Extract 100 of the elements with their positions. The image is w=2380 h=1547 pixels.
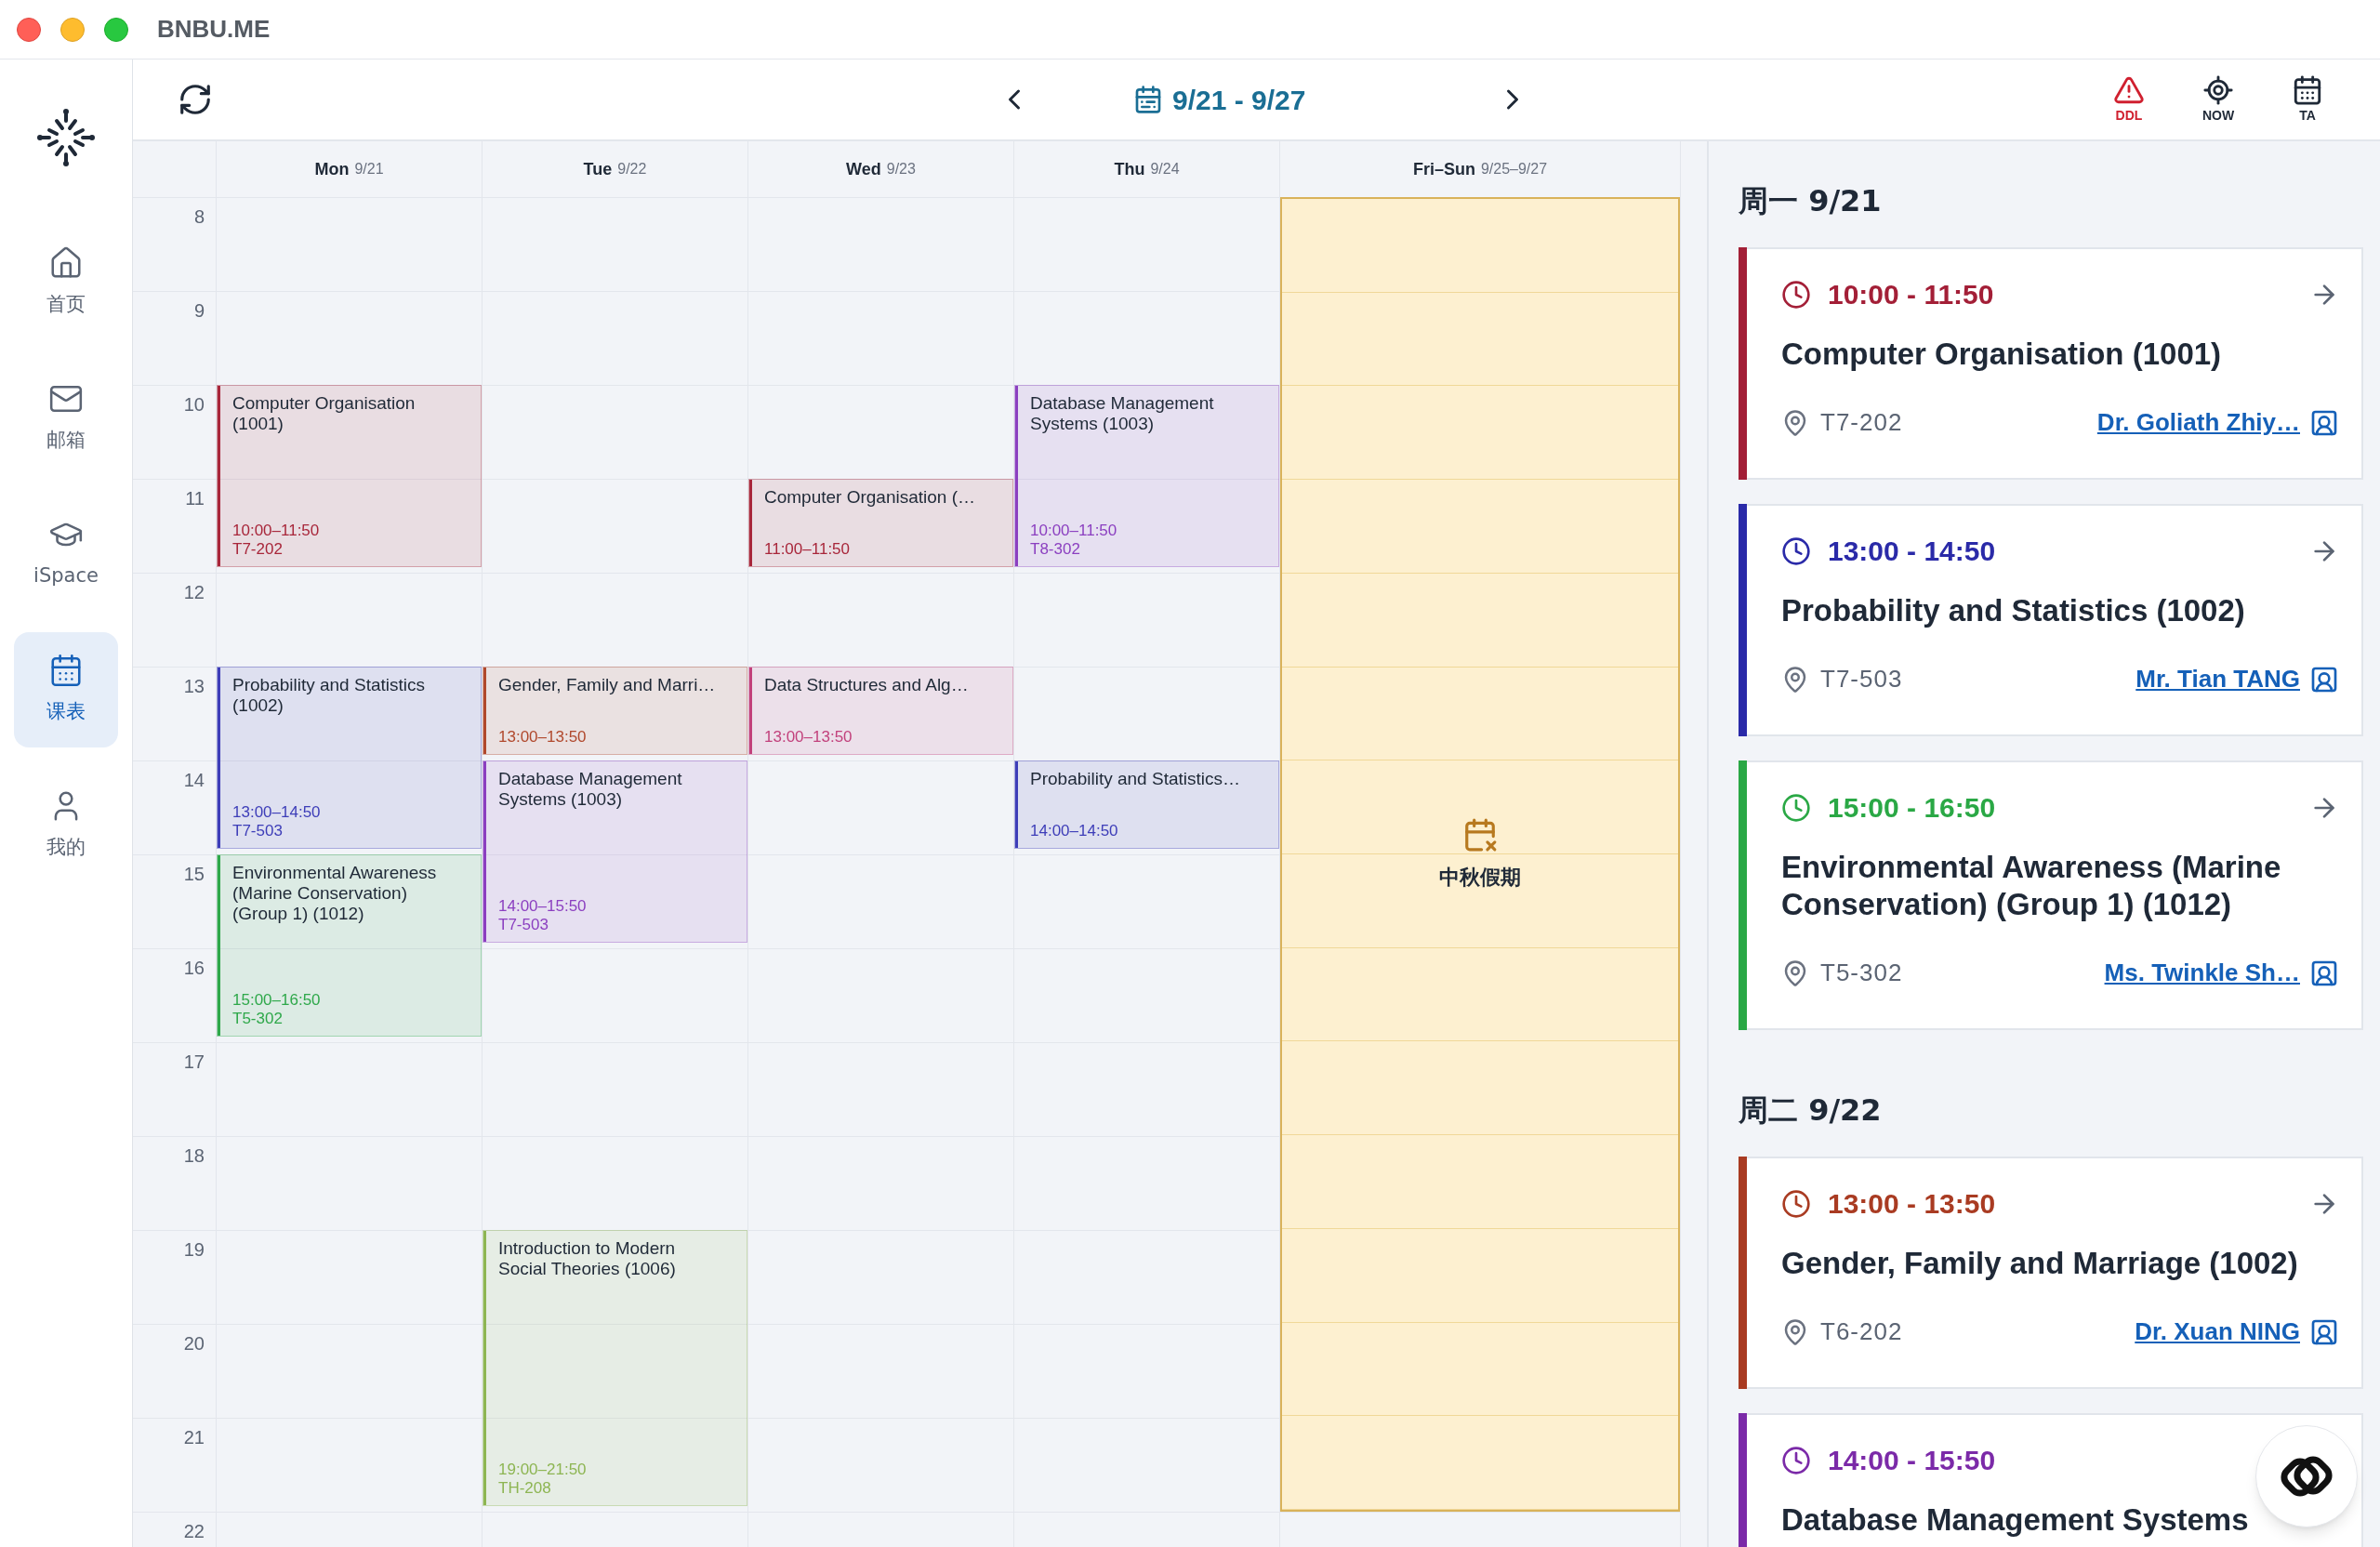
hour-label: 8 (193, 205, 205, 229)
class-time: 15:00 - 16:50 (1828, 791, 1996, 825)
day-date: 9/23 (886, 160, 916, 178)
day-name: Thu (1114, 158, 1145, 180)
hour-label: 19 (183, 1238, 205, 1262)
class-time: 10:00 - 11:50 (1828, 278, 1994, 311)
calendar-icon (2292, 73, 2323, 106)
event-time: 13:00–13:50 (764, 728, 853, 747)
hour-label: 10 (183, 393, 205, 416)
day-date: 9/21 (354, 160, 384, 178)
date-range-button[interactable]: 9/21 - 9/27 (1133, 78, 1394, 121)
class-event[interactable]: Computer Organisation (1001) 10:00–11:50 T7-202 (217, 385, 482, 567)
day-heading: 周一 9/21 (1739, 182, 1883, 220)
class-room: T7-503 (1820, 664, 1904, 694)
class-event[interactable]: Database Management Systems (1003) 14:00–15:50 T7-503 (483, 760, 747, 943)
class-event[interactable]: Computer Organisation (… 11:00–11:50 (748, 479, 1013, 567)
clock-icon (1781, 536, 1811, 566)
class-title: Computer Organisation (1001) (1781, 336, 2223, 373)
clock-icon (1781, 1188, 1811, 1219)
class-time: 13:00 - 13:50 (1828, 1187, 1996, 1221)
day-name: Wed (846, 158, 881, 180)
class-title: Probability and Statistics (1002) (1781, 592, 2246, 629)
teacher-link[interactable]: Dr. Xuan NING (2135, 1314, 2300, 1350)
event-time: 15:00–16:50 (232, 991, 322, 1010)
class-card[interactable]: 10:00 - 11:50 Computer Organisation (1001) T7-202 Dr. Goliath Zhiy… (1739, 247, 2363, 480)
class-event[interactable]: Database Management Systems (1003) 10:00–11:50 T8-302 (1014, 385, 1279, 567)
event-time: 13:00–14:50 (232, 803, 322, 822)
window-title: BNBU.ME (157, 14, 271, 45)
logo-icon (36, 108, 96, 167)
class-title: Gender, Family and Marriage (1002) (1781, 1245, 2299, 1282)
class-event[interactable]: Gender, Family and Marri… 13:00–13:50 (483, 667, 747, 755)
teacher-link[interactable]: Mr. Tian TANG (2135, 661, 2300, 697)
hour-label: 9 (193, 299, 205, 323)
day-name: Fri–Sun (1412, 158, 1475, 180)
toolbar-action[interactable]: NOW (2190, 73, 2246, 126)
refresh-icon[interactable] (178, 82, 213, 117)
clock-icon (1781, 1445, 1811, 1475)
class-title: Environmental Awareness (Marine Conservation) (Group 1) (1012) (1781, 849, 2282, 923)
clock-icon (1781, 792, 1811, 823)
class-card[interactable]: 13:00 - 13:50 Gender, Family and Marriage (1002) T6-202 Dr. Xuan NING (1739, 1157, 2363, 1389)
event-time: 19:00–21:50 (498, 1461, 588, 1479)
event-time: 11:00–11:50 (764, 540, 851, 559)
hour-label: 15 (183, 863, 205, 886)
event-title: Database Management Systems (1003) (1030, 393, 1215, 434)
hour-label: 16 (183, 957, 205, 980)
class-room: T6-202 (1820, 1316, 1904, 1347)
day-heading: 周二 9/22 (1739, 1091, 1883, 1130)
hour-label: 20 (183, 1332, 205, 1355)
sidebar-item[interactable]: 首页 (14, 225, 118, 340)
holiday-label: 中秋假期 (1439, 864, 1521, 891)
day-date: 9/24 (1150, 160, 1180, 178)
hour-label: 11 (185, 487, 205, 510)
hour-label: 17 (183, 1051, 205, 1074)
event-room: TH-208 (498, 1479, 552, 1498)
event-time: 10:00–11:50 (1030, 522, 1118, 540)
event-room: T7-503 (498, 916, 549, 934)
event-time: 10:00–11:50 (232, 522, 321, 540)
class-title: Database Management Systems (1781, 1501, 2250, 1539)
class-event[interactable]: Data Structures and Alg… 13:00–13:50 (748, 667, 1013, 755)
sidebar-item[interactable]: 我的 (14, 768, 118, 883)
event-title: Database Management Systems (1003) (498, 769, 683, 810)
event-title: Environmental Awareness (Marine Conservation) (Group 1) (1012) (232, 863, 438, 924)
toolbar-action[interactable]: TA (2280, 73, 2335, 126)
event-time: 13:00–13:50 (498, 728, 588, 747)
class-time: 14:00 - 15:50 (1828, 1444, 1996, 1477)
calendar-x-icon (1462, 816, 1498, 853)
class-event[interactable]: Probability and Statistics… 14:00–14:50 (1014, 760, 1279, 849)
hour-label: 14 (183, 769, 205, 792)
event-title: Gender, Family and Marri… (498, 675, 717, 695)
event-room: T7-503 (232, 822, 284, 840)
class-event[interactable]: Environmental Awareness (Marine Conservation) (Group 1) (1012) 15:00–16:50 T5-302 (217, 854, 482, 1037)
clock-icon (1781, 279, 1811, 310)
class-time: 13:00 - 14:50 (1828, 535, 1996, 568)
event-title: Probability and Statistics… (1030, 769, 1241, 789)
class-card[interactable]: 13:00 - 14:50 Probability and Statistics (1002) T7-503 Mr. Tian TANG (1739, 504, 2363, 736)
event-title: Probability and Statistics (1002) (232, 675, 426, 716)
calendar-icon (1133, 85, 1163, 114)
class-room: T7-202 (1820, 407, 1904, 438)
teacher-link[interactable]: Ms. Twinkle Sh… (2104, 955, 2300, 991)
event-title: Computer Organisation (1001) (232, 393, 416, 434)
hour-label: 12 (183, 581, 205, 604)
close-window-button[interactable] (17, 17, 41, 42)
class-card[interactable]: 15:00 - 16:50 Environmental Awareness (Marine Conservation) (Group 1) (1012) T5-302 Ms. Twinkle Sh… (1739, 760, 2363, 1030)
calendar-icon (48, 653, 84, 689)
hour-label: 18 (183, 1144, 205, 1168)
hour-label: 22 (183, 1520, 205, 1543)
hour-label: 13 (183, 675, 205, 698)
toolbar-action[interactable]: DDL (2101, 73, 2157, 126)
event-title: Introduction to Modern Social Theories (1006) (498, 1238, 677, 1279)
event-title: Computer Organisation (… (764, 487, 977, 508)
teacher-link[interactable]: Dr. Goliath Zhiy… (2096, 404, 2300, 441)
class-event[interactable]: Probability and Statistics (1002) 13:00–14:50 T7-503 (217, 667, 482, 849)
sidebar-item[interactable]: 邮箱 (14, 361, 118, 476)
sidebar-item[interactable]: iSpace (14, 496, 118, 612)
event-time: 14:00–14:50 (1030, 822, 1119, 840)
event-room: T5-302 (232, 1010, 284, 1028)
sidebar-item[interactable]: 课表 (14, 632, 118, 747)
zoom-window-button[interactable] (104, 17, 128, 42)
class-event[interactable]: Introduction to Modern Social Theories (1006) 19:00–21:50 TH-208 (483, 1230, 747, 1506)
class-card[interactable]: 14:00 - 15:50 Database Management Systems (1739, 1413, 2363, 1547)
